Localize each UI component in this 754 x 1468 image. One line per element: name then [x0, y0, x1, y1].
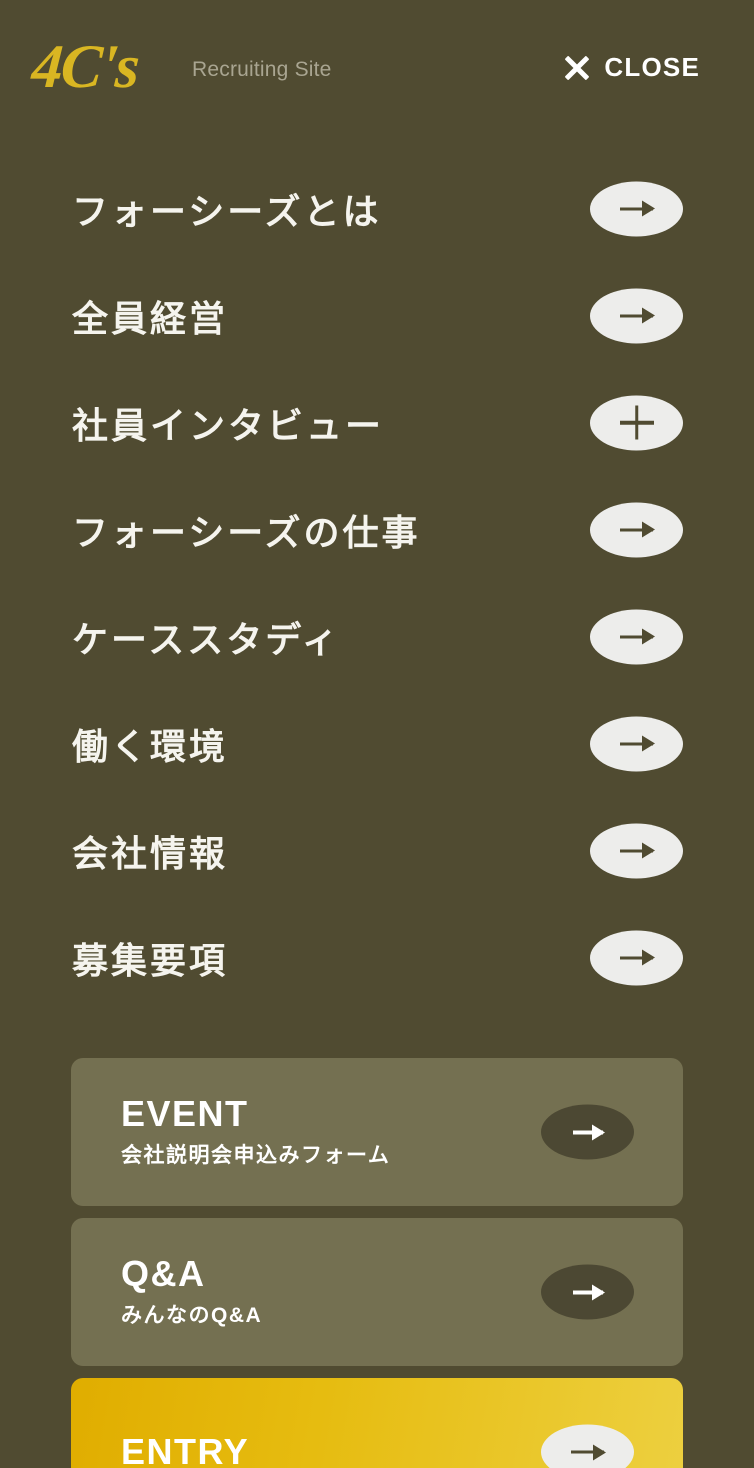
nav-item-management[interactable]: 全員経営: [0, 262, 754, 369]
arrow-right-icon: [572, 1290, 603, 1294]
nav-item-label: フォーシーズの仕事: [72, 512, 421, 553]
expand-icon-button[interactable]: [590, 395, 683, 450]
arrow-right-icon: [620, 314, 653, 317]
close-icon: [563, 54, 591, 82]
arrow-right-icon: [571, 1450, 604, 1454]
arrow-right-icon-button[interactable]: [541, 1424, 634, 1468]
arrow-right-icon: [620, 528, 653, 531]
promo-card-entry[interactable]: ENTRY: [71, 1378, 683, 1468]
header: 4C's Recruiting Site CLOSE: [0, 0, 754, 140]
arrow-right-icon: [620, 956, 653, 959]
nav-item-label: 働く環境: [72, 726, 229, 767]
nav-item-label: 募集要項: [72, 940, 229, 981]
nav-item-work[interactable]: フォーシーズの仕事: [0, 476, 754, 583]
nav-item-environment[interactable]: 働く環境: [0, 690, 754, 797]
arrow-right-icon-button[interactable]: [590, 823, 683, 878]
close-button[interactable]: CLOSE: [563, 52, 700, 83]
arrow-right-icon: [620, 207, 653, 210]
arrow-right-icon-button[interactable]: [590, 181, 683, 236]
nav-item-label: フォーシーズとは: [72, 191, 382, 232]
nav-item-interview[interactable]: 社員インタビュー: [0, 369, 754, 476]
nav-item-about[interactable]: フォーシーズとは: [0, 155, 754, 262]
arrow-right-icon-button[interactable]: [590, 609, 683, 664]
arrow-right-icon-button[interactable]: [590, 930, 683, 985]
main-navigation: フォーシーズとは 全員経営 社員インタビュー フォーシーズの仕事 ケーススタディ: [0, 155, 754, 1011]
mobile-menu-overlay: 4C's Recruiting Site CLOSE フォーシーズとは 全員経営…: [0, 0, 754, 1468]
close-button-label: CLOSE: [604, 52, 700, 82]
nav-item-label: ケーススタディ: [72, 619, 341, 660]
promo-card-event[interactable]: EVENT 会社説明会申込みフォーム: [71, 1058, 683, 1206]
promo-card-qa[interactable]: Q&A みんなのQ&A: [71, 1218, 683, 1366]
arrow-right-icon: [620, 635, 653, 638]
arrow-right-icon-button[interactable]: [590, 502, 683, 557]
arrow-right-icon-button[interactable]: [541, 1264, 634, 1320]
nav-item-requirements[interactable]: 募集要項: [0, 904, 754, 1011]
arrow-right-icon-button[interactable]: [590, 288, 683, 343]
arrow-right-icon: [620, 742, 653, 745]
brand-logo[interactable]: 4C's: [30, 33, 140, 101]
site-label: Recruiting Site: [192, 58, 332, 81]
nav-item-company-info[interactable]: 会社情報: [0, 797, 754, 904]
arrow-right-icon-button[interactable]: [541, 1104, 634, 1160]
arrow-right-icon: [620, 849, 653, 852]
nav-item-label: 社員インタビュー: [72, 405, 385, 446]
nav-item-label: 全員経営: [72, 298, 229, 339]
nav-item-label: 会社情報: [72, 833, 229, 874]
plus-icon: [620, 406, 654, 440]
nav-item-case-study[interactable]: ケーススタディ: [0, 583, 754, 690]
arrow-right-icon: [572, 1130, 603, 1134]
promo-card-list: EVENT 会社説明会申込みフォーム Q&A みんなのQ&A ENTRY: [0, 1058, 754, 1468]
arrow-right-icon-button[interactable]: [590, 716, 683, 771]
